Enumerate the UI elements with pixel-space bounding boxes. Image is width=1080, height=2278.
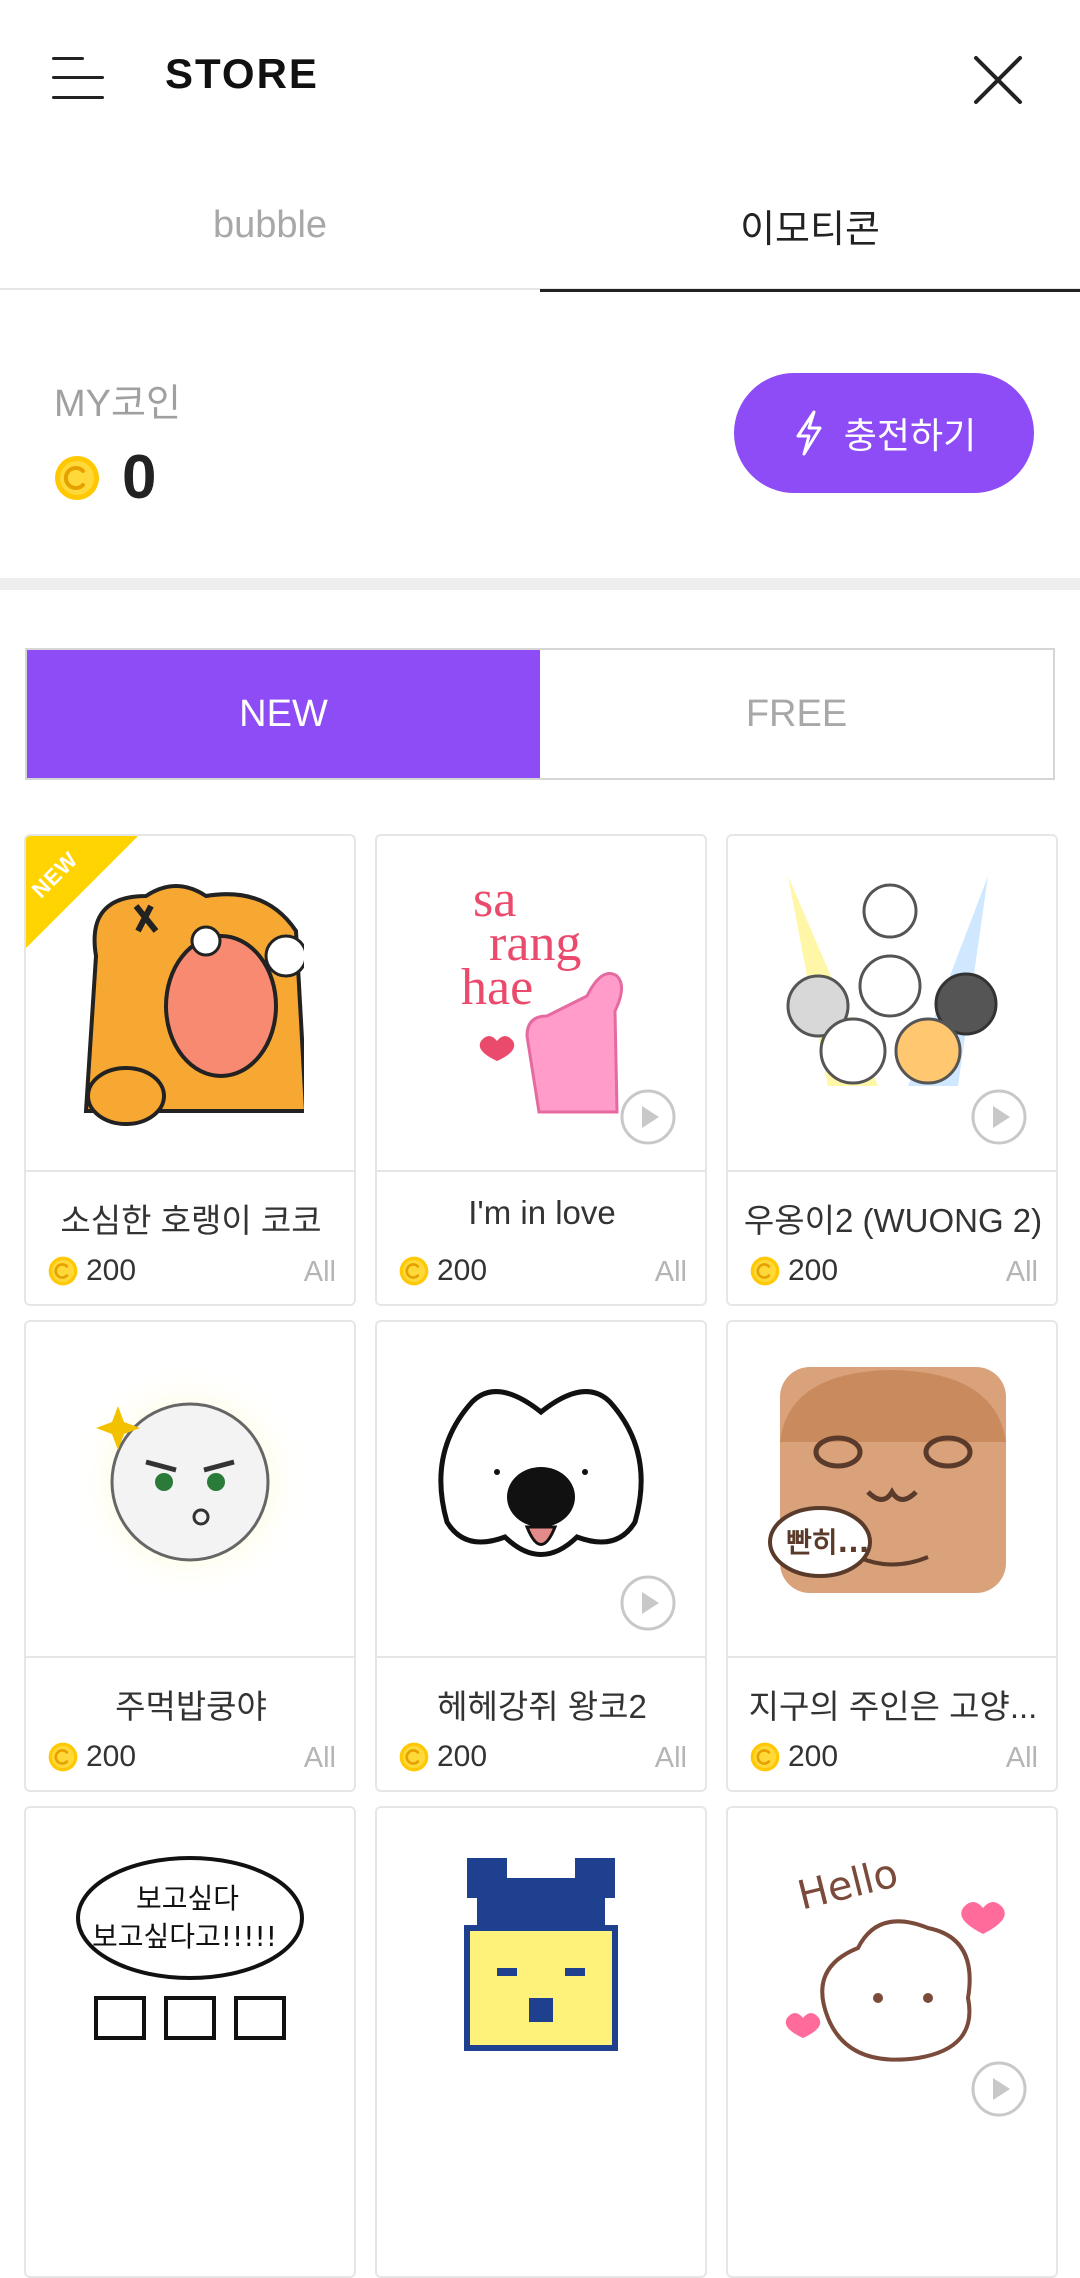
menu-icon[interactable] [52,55,108,103]
new-ribbon: NEW [26,836,146,956]
emoticon-price: 200 [788,1254,839,1287]
emoticon-price: 200 [437,1254,488,1287]
emoticon-name: I'm in love [468,1194,616,1231]
lightning-icon [796,410,822,456]
close-icon[interactable] [970,52,1026,108]
coin-icon [48,1742,78,1772]
emoticon-card[interactable]: 우옹이2 (WUONG 2) 200 All [726,834,1058,1306]
age-tag: All [303,1742,336,1774]
age-tag: All [1005,1742,1038,1774]
emoticon-card[interactable]: sa rang hae I'm in love 200 All [375,834,707,1306]
coin-icon [48,1256,78,1286]
play-icon[interactable] [970,1088,1028,1146]
emoticon-card[interactable]: Hello [726,1806,1058,2278]
emoticon-name: 주먹밥쿵야 [115,1688,267,1725]
coin-icon [399,1256,429,1286]
tab-bubble[interactable]: bubble [0,160,540,290]
play-icon[interactable] [619,1088,677,1146]
emoticon-name: 우옹이2 (WUONG 2) [743,1202,1043,1239]
emoticon-price: 200 [86,1740,137,1773]
section-divider [0,578,1080,590]
segment-free[interactable]: FREE [540,650,1053,778]
age-tag: All [303,1256,336,1288]
age-tag: All [1005,1256,1038,1288]
play-icon[interactable] [970,2060,1028,2118]
charge-button[interactable]: 충전하기 [734,373,1034,493]
emoticon-card[interactable]: 보고싶다 보고싶다고!!!!! [24,1806,356,2278]
age-tag: All [654,1742,687,1774]
cat-face-sticker-image: 빤히... [768,1367,1006,1593]
emoticon-name: 헤헤강쥐 왕코2 [437,1688,647,1725]
header: STORE [0,0,1080,160]
coin-label: MY코인 [54,383,181,425]
coin-icon [750,1256,780,1286]
emoticon-name: 소심한 호랭이 코코 [60,1202,322,1239]
coin-icon [750,1742,780,1772]
store-tabs: bubble 이모티콘 [0,160,1080,292]
charge-button-label: 충전하기 [843,415,977,456]
coin-balance: 0 [122,443,157,512]
emoticon-price: 200 [437,1740,488,1773]
pixel-character-sticker-image [464,1858,618,2051]
svg-text:hae: hae [461,959,533,1016]
filter-segment: NEW FREE [25,648,1055,780]
segment-new[interactable]: NEW [27,650,540,778]
svg-text:빤히...: 빤히... [786,1526,869,1559]
emoticon-price: 200 [788,1740,839,1773]
emoticon-card[interactable]: 주먹밥쿵야 200 All [24,1320,356,1792]
page-title: STORE [165,50,319,97]
emoticon-card[interactable]: 헤헤강쥐 왕코2 200 All [375,1320,707,1792]
rice-ball-sticker-image [70,1362,310,1602]
speech-cats-sticker-image: 보고싶다 보고싶다고!!!!! [76,1856,304,2040]
emoticon-card[interactable] [375,1806,707,2278]
emoticon-card[interactable]: 빤히... 지구의 주인은 고양... 200 All [726,1320,1058,1792]
emoticon-name: 지구의 주인은 고양... [748,1688,1038,1725]
play-icon[interactable] [619,1574,677,1632]
svg-text:보고싶다고!!!!!: 보고싶다고!!!!! [92,1920,277,1953]
emoticon-price: 200 [86,1254,137,1287]
emoticon-card[interactable]: NEW 소심한 호랭이 코코 200 All [24,834,356,1306]
coin-section: MY코인 0 충전하기 [0,292,1080,578]
age-tag: All [654,1256,687,1288]
coin-icon [55,455,99,500]
svg-text:보고싶다: 보고싶다 [136,1882,239,1915]
coin-icon [399,1742,429,1772]
tab-emoticon[interactable]: 이모티콘 [540,160,1080,292]
svg-text:Hello: Hello [793,1850,903,1919]
